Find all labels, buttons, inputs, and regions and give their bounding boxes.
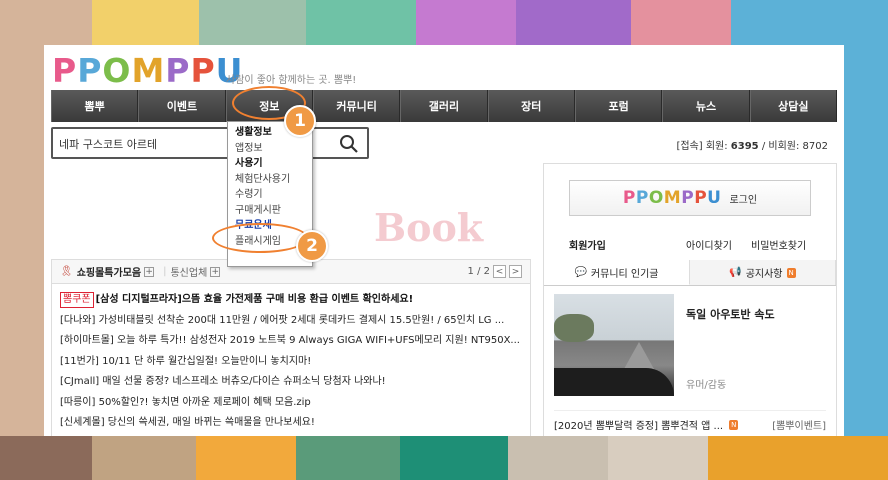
dropdown-item[interactable]: 구매게시판 — [235, 203, 305, 219]
shopping-deals-title[interactable]: 쇼핑몰특가모음 — [77, 264, 141, 279]
login-button[interactable]: PPOMPPU 로그인 — [569, 180, 811, 216]
nav-item[interactable]: 뉴스 — [662, 90, 750, 122]
right-sidebar: PPOMPPU 로그인 회원가입 아이디찾기 비밀번호찾기 💬 커뮤니티 인기글 📢… — [543, 163, 837, 436]
step-badge-2: 2 — [296, 230, 328, 262]
featured-category: 유머/감동 — [686, 380, 727, 391]
sidebar-tabs: 💬 커뮤니티 인기글 📢 공지사항 N — [544, 260, 836, 286]
connection-status: [접속] 회원: 6395 / 비회원: 8702 — [676, 137, 828, 152]
plus-icon[interactable]: + — [210, 266, 221, 277]
chat-icon: 💬 — [574, 266, 587, 278]
deal-text[interactable]: [신세계몰] 당신의 쓱세권, 매일 바뀌는 쓱매물을 만나보세요! — [60, 417, 315, 428]
dropdown-item[interactable]: 사용기 — [235, 156, 305, 172]
deal-text[interactable]: [따릉이] 50%할인?! 놓치면 아까운 제로페이 혜택 모음.zip — [60, 397, 311, 408]
dropdown-item[interactable]: 수령기 — [235, 187, 305, 203]
deal-row[interactable]: [따릉이] 50%할인?! 놓치면 아까운 제로페이 혜택 모음.zip — [60, 393, 522, 414]
logo-letter: M — [131, 51, 166, 90]
login-logo-letter: P — [694, 188, 708, 208]
featured-post[interactable]: 독일 아우토반 속도 유머/감동 — [554, 294, 826, 396]
event-news-row[interactable]: [2020년 뽐뿌달력 증정] 뽐뿌견적 앱 ... N [뽐뿌이벤트] — [554, 410, 826, 432]
deal-row[interactable]: [11번가] 10/11 단 하루 월간십일절! 오늘만이니 놓치지마! — [60, 352, 522, 373]
login-logo-letter: P — [635, 188, 649, 208]
deal-text[interactable]: [하이마트몰] 오늘 하루 특가!! 삼성전자 2019 노트북 9 Alway… — [60, 335, 520, 346]
login-logo-letter: P — [681, 188, 695, 208]
next-page-button[interactable]: > — [509, 265, 522, 278]
header-divider: | — [163, 266, 167, 277]
find-password-link[interactable]: 비밀번호찾기 — [751, 237, 806, 252]
member-count: 6395 — [730, 141, 759, 152]
deal-row[interactable]: [다나와] 가성비태블릿 선착순 200대 11만원 / 에어팟 2세대 롯데카… — [60, 311, 522, 332]
nav-item[interactable]: 상담실 — [749, 90, 837, 122]
nav-item[interactable]: 이벤트 — [138, 90, 226, 122]
login-label: 로그인 — [729, 194, 758, 206]
sidebar-tab-label: 커뮤니티 인기글 — [590, 268, 659, 280]
new-badge: N — [786, 267, 796, 278]
featured-thumbnail[interactable] — [554, 294, 674, 396]
find-id-link[interactable]: 아이디찾기 — [686, 237, 732, 252]
sidebar-tab[interactable]: 📢 공지사항 N — [690, 260, 836, 285]
login-logo-letter: M — [663, 188, 682, 208]
logo-letter: P — [165, 51, 191, 90]
nav-item[interactable]: 커뮤니티 — [312, 90, 401, 122]
nav-item[interactable]: 갤러리 — [400, 90, 488, 122]
connection-divider: / — [758, 141, 769, 152]
connection-prefix: [접속] — [676, 141, 703, 152]
main-nav: 뽐뿌 이벤트 정보 커뮤니티 갤러리 장터 포럼 뉴스 상담실 — [51, 90, 837, 122]
page-indicator: 1 / 2 — [467, 266, 490, 277]
new-badge: N — [729, 419, 739, 430]
deal-row[interactable]: [CJmall] 매일 선물 증정? 네스프레소 버츄오/다이슨 슈퍼소닉 당첨… — [60, 372, 522, 393]
deal-text[interactable]: [삼성 디지털프라자]으뜸 효율 가전제품 구매 비용 환급 이벤트 확인하세요… — [96, 294, 414, 305]
plus-icon[interactable]: + — [144, 266, 155, 277]
dropdown-item[interactable]: 체험단사용기 — [235, 172, 305, 188]
background-bottom-strip — [0, 436, 888, 480]
sidebar-tab-label: 공지사항 — [745, 269, 783, 280]
book-watermark: Book — [374, 205, 484, 250]
telecom-tab[interactable]: 통신업체 — [170, 264, 207, 279]
step-badge-1: 1 — [284, 105, 316, 137]
login-logo-letter: P — [622, 188, 636, 208]
deal-row[interactable]: 뽐쿠폰 [삼성 디지털프라자]으뜸 효율 가전제품 구매 비용 환급 이벤트 확인… — [60, 290, 522, 311]
logo-letter: P — [190, 51, 216, 90]
event-news-source: [뽐뿌이벤트] — [772, 421, 826, 432]
sidebar-tab[interactable]: 💬 커뮤니티 인기글 — [544, 260, 690, 285]
prev-page-button[interactable]: < — [493, 265, 506, 278]
nav-item[interactable]: 포럼 — [574, 90, 663, 122]
shopping-deals-board: 🎗 쇼핑몰특가모음 + | 통신업체 + 1 / 2 < > 뽐쿠폰 [삼성 디지… — [51, 259, 531, 436]
deal-text[interactable]: [다나와] 가성비태블릿 선착순 200대 11만원 / 에어팟 2세대 롯데카… — [60, 315, 504, 326]
logo-letter: O — [102, 51, 132, 90]
deal-row[interactable]: [하이마트몰] 오늘 하루 특가!! 삼성전자 2019 노트북 9 Alway… — [60, 331, 522, 352]
deal-text[interactable]: [CJmall] 매일 선물 증정? 네스프레소 버츄오/다이슨 슈퍼소닉 당첨… — [60, 376, 386, 387]
deal-text[interactable]: [11번가] 10/11 단 하루 월간십일절! 오늘만이니 놓치지마! — [60, 356, 311, 367]
highlight-circle-fortune — [212, 223, 308, 253]
deal-row[interactable]: [이마트몰] SSG.COM 새벽배송 첫 구매 무료배송+선물까지 증정! — [60, 434, 522, 437]
guest-count: 8702 — [802, 141, 828, 152]
member-label: 회원: — [705, 141, 728, 152]
shopping-deals-list: 뽐쿠폰 [삼성 디지털프라자]으뜸 효율 가전제품 구매 비용 환급 이벤트 확인… — [52, 284, 530, 436]
event-news-text[interactable]: [2020년 뽐뿌달력 증정] 뽐뿌견적 앱 ... — [554, 417, 723, 432]
deal-row[interactable]: [신세계몰] 당신의 쓱세권, 매일 바뀌는 쓱매물을 만나보세요! — [60, 413, 522, 434]
join-link[interactable]: 회원가입 — [569, 237, 606, 252]
browser-viewport: PPOMPPU 사람이 좋아 함께하는 곳. 뽐뿌! 뽐뿌 이벤트 정보 커뮤니티 갤러… — [44, 45, 844, 436]
site-logo[interactable]: PPOMPPU — [52, 51, 243, 90]
login-logo-letter: U — [707, 188, 722, 208]
nav-item[interactable]: 장터 — [487, 90, 575, 122]
ribbon-icon: 🎗 — [60, 266, 73, 277]
login-logo: PPOMPPU — [623, 188, 722, 208]
featured-title[interactable]: 독일 아우토반 속도 — [686, 306, 775, 322]
pager: 1 / 2 < > — [468, 265, 522, 278]
logo-letter: P — [52, 51, 78, 90]
search-icon[interactable] — [339, 134, 359, 154]
logo-letter: P — [77, 51, 103, 90]
megaphone-icon: 📢 — [729, 267, 742, 278]
search-box — [51, 127, 369, 159]
site-slogan: 사람이 좋아 함께하는 곳. 뽐뿌! — [226, 75, 357, 86]
coupon-tag: 뽐쿠폰 — [60, 292, 94, 308]
nav-item[interactable]: 뽐뿌 — [51, 90, 139, 122]
dropdown-item[interactable]: 앱정보 — [235, 141, 305, 157]
login-logo-letter: O — [648, 188, 664, 208]
guest-label: 비회원: — [768, 141, 800, 152]
